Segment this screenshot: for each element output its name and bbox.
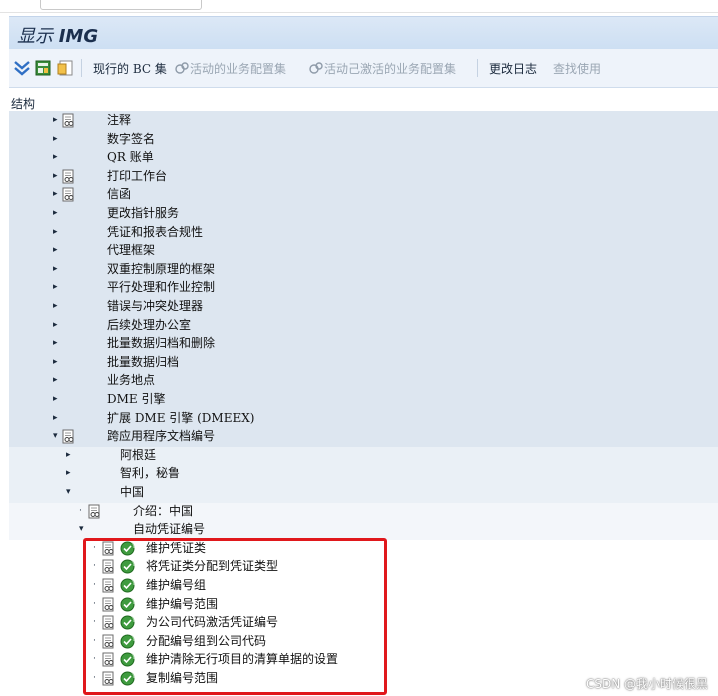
tree-node-label[interactable]: 介绍：中国: [133, 504, 193, 518]
collapsed-arrow-icon[interactable]: ▸: [53, 371, 58, 389]
collapsed-arrow-icon[interactable]: ▸: [53, 334, 58, 352]
active-config-set-button[interactable]: 活动的业务配置集: [190, 60, 286, 77]
tree-node-label[interactable]: QR 账单: [107, 150, 154, 164]
page-title: 显示 IMG: [17, 22, 98, 48]
toolbar-separator: [477, 59, 478, 77]
collapsed-arrow-icon[interactable]: ▸: [53, 241, 58, 259]
collapsed-arrow-icon[interactable]: ▸: [53, 260, 58, 278]
title-prefix: 显示: [17, 26, 53, 47]
expanded-arrow-icon[interactable]: ▾: [66, 483, 71, 501]
tree-node-label[interactable]: 阿根廷: [120, 448, 156, 462]
documentation-icon[interactable]: [62, 113, 75, 128]
tree-node[interactable]: ▸ 双重控制原理的框架: [9, 260, 718, 279]
tree-node[interactable]: ▸ 批量数据归档: [9, 353, 718, 372]
expanded-arrow-icon[interactable]: ▾: [53, 427, 58, 445]
collapsed-arrow-icon[interactable]: ▸: [66, 446, 71, 464]
tree-node-label[interactable]: 智利，秘鲁: [120, 466, 180, 480]
collapsed-arrow-icon[interactable]: ▸: [53, 316, 58, 334]
application-toolbar: 现行的 BC 集 活动的业务配置集 活动己激活的业务配置集 更改日志 查找使用: [9, 49, 718, 88]
structure-header: 结构: [9, 94, 718, 112]
collapsed-arrow-icon[interactable]: ▸: [53, 278, 58, 296]
tree-node-label[interactable]: 代理框架: [107, 243, 155, 257]
title-bar: 显示 IMG: [9, 16, 718, 50]
activated-config-set-icon: [309, 62, 323, 74]
find-icon[interactable]: [34, 59, 52, 77]
highlight-box: [83, 538, 387, 695]
tree-node-label[interactable]: 业务地点: [107, 373, 155, 387]
tree-node-label[interactable]: 自动凭证编号: [133, 522, 205, 536]
documentation-icon[interactable]: [62, 169, 75, 184]
tree-node-label[interactable]: 中国: [120, 485, 144, 499]
tree-node[interactable]: ▾ 中国: [9, 483, 718, 502]
collapsed-arrow-icon[interactable]: ▸: [53, 130, 58, 148]
tree-node[interactable]: ▸ DME 引擎: [9, 390, 718, 409]
tree-node-label[interactable]: 后续处理办公室: [107, 318, 191, 332]
tree-node-label[interactable]: 打印工作台: [107, 169, 167, 183]
tree-node[interactable]: ▸ 数字签名: [9, 130, 718, 149]
collapsed-arrow-icon[interactable]: ▸: [53, 204, 58, 222]
tree-node[interactable]: ▸ 智利，秘鲁: [9, 464, 718, 483]
tree-node[interactable]: ▸ 批量数据归档和删除: [9, 334, 718, 353]
tree-node[interactable]: · 介绍：中国: [9, 502, 718, 521]
tree-node[interactable]: ▸ 平行处理和作业控制: [9, 278, 718, 297]
tree-node-label[interactable]: 凭证和报表合规性: [107, 225, 203, 239]
tree-node-label[interactable]: 数字签名: [107, 132, 155, 146]
collapsed-arrow-icon[interactable]: ▸: [66, 464, 71, 482]
tree-node[interactable]: ▸ 打印工作台: [9, 167, 718, 186]
collapsed-arrow-icon[interactable]: ▸: [53, 409, 58, 427]
tree-node[interactable]: ▸ 阿根廷: [9, 446, 718, 465]
tree-node[interactable]: ▸ QR 账单: [9, 148, 718, 167]
collapsed-arrow-icon[interactable]: ▸: [53, 390, 58, 408]
tree-node[interactable]: ▾ 跨应用程序文档编号: [9, 427, 718, 446]
tree-node[interactable]: ▸ 代理框架: [9, 241, 718, 260]
tree-node[interactable]: ▸ 业务地点: [9, 371, 718, 390]
collapsed-arrow-icon[interactable]: ▸: [53, 111, 58, 129]
documentation-icon[interactable]: [62, 187, 75, 202]
structure-header-label: 结构: [11, 97, 36, 111]
collapsed-arrow-icon[interactable]: ▸: [53, 167, 58, 185]
tree-node-label[interactable]: 批量数据归档和删除: [107, 336, 215, 350]
tree-node-label[interactable]: 平行处理和作业控制: [107, 280, 215, 294]
leaf-bullet-icon: ·: [79, 505, 82, 516]
tree-node[interactable]: ▸ 扩展 DME 引擎 (DMEEX): [9, 409, 718, 428]
tree-node-label[interactable]: 扩展 DME 引擎 (DMEEX): [107, 411, 254, 425]
tree-node-label[interactable]: 更改指针服务: [107, 206, 179, 220]
watermark: CSDN @我小时候很黑: [585, 677, 708, 691]
bc-set-button[interactable]: 现行的 BC 集: [93, 60, 167, 77]
documentation-icon[interactable]: [88, 504, 101, 519]
collapsed-arrow-icon[interactable]: ▸: [53, 223, 58, 241]
tree-node-label[interactable]: 信函: [107, 187, 131, 201]
change-log-button[interactable]: 更改日志: [489, 60, 537, 77]
notes-icon[interactable]: [56, 59, 74, 77]
config-set-icon: [175, 62, 189, 74]
tree-node-label[interactable]: 批量数据归档: [107, 355, 179, 369]
tree-node[interactable]: ▸ 凭证和报表合规性: [9, 223, 718, 242]
tree-node[interactable]: ▸ 信函: [9, 185, 718, 204]
tree-node-label[interactable]: DME 引擎: [107, 392, 165, 406]
command-field[interactable]: [40, 0, 202, 10]
tree-node[interactable]: ▸ 注释: [9, 111, 718, 130]
title-suffix: IMG: [58, 26, 99, 47]
collapsed-arrow-icon[interactable]: ▸: [53, 148, 58, 166]
tree-node[interactable]: ▾ 自动凭证编号: [9, 520, 718, 539]
collapsed-arrow-icon[interactable]: ▸: [53, 185, 58, 203]
tree-node-label[interactable]: 注释: [107, 113, 131, 127]
where-used-button[interactable]: 查找使用: [553, 60, 601, 77]
toolbar-separator: [81, 59, 82, 77]
top-strip: [0, 0, 718, 13]
tree-node-label[interactable]: 跨应用程序文档编号: [107, 429, 215, 443]
tree-node-label[interactable]: 双重控制原理的框架: [107, 262, 215, 276]
expand-all-icon[interactable]: [13, 59, 31, 77]
tree-node[interactable]: ▸ 错误与冲突处理器: [9, 297, 718, 316]
documentation-icon[interactable]: [62, 429, 75, 444]
tree-node-label[interactable]: 错误与冲突处理器: [107, 299, 203, 313]
tree-node[interactable]: ▸ 更改指针服务: [9, 204, 718, 223]
expanded-arrow-icon[interactable]: ▾: [79, 520, 84, 538]
collapsed-arrow-icon[interactable]: ▸: [53, 297, 58, 315]
tree-node[interactable]: ▸ 后续处理办公室: [9, 316, 718, 335]
collapsed-arrow-icon[interactable]: ▸: [53, 353, 58, 371]
activated-config-set-button[interactable]: 活动己激活的业务配置集: [324, 60, 456, 77]
